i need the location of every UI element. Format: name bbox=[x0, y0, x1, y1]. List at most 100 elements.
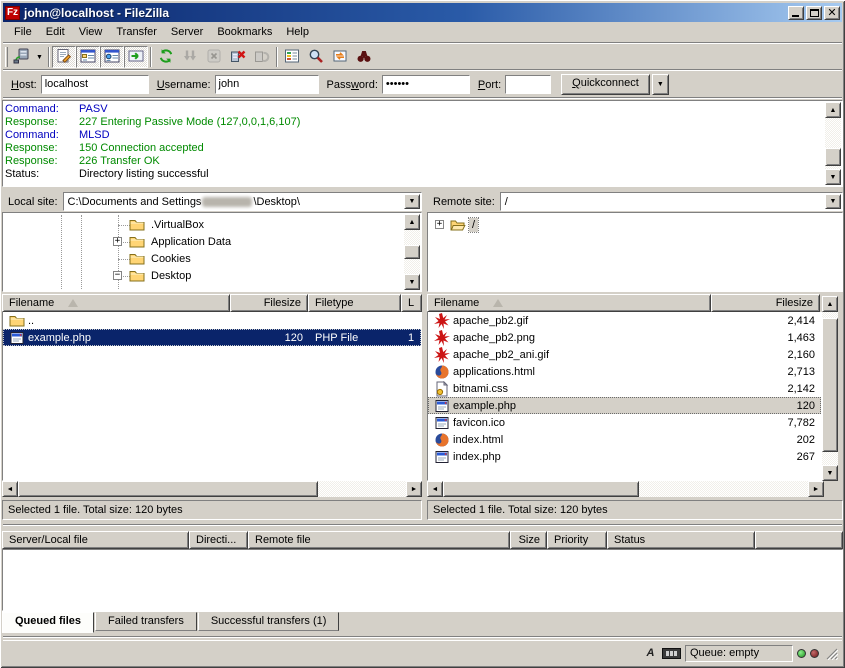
username-input[interactable]: john bbox=[215, 75, 319, 94]
port-input[interactable] bbox=[505, 75, 551, 94]
toggle-local-tree-button[interactable] bbox=[76, 46, 100, 68]
column-header-directi---[interactable]: Directi... bbox=[189, 531, 248, 549]
toggle-message-log-button[interactable] bbox=[52, 46, 76, 68]
tab-successful-transfers--1-[interactable]: Successful transfers (1) bbox=[198, 612, 340, 631]
column-header-size[interactable]: Size bbox=[510, 531, 547, 549]
file-cell: 267 bbox=[712, 448, 821, 465]
menu-bookmarks[interactable]: Bookmarks bbox=[210, 24, 279, 40]
file-row-index-php[interactable]: index.php267 bbox=[428, 448, 821, 465]
file-row-index-html[interactable]: index.html202 bbox=[428, 431, 821, 448]
collapse-toggle[interactable]: − bbox=[113, 271, 122, 280]
synchronized-browsing-button[interactable] bbox=[328, 46, 352, 68]
file-row-favicon-ico[interactable]: favicon.ico7,782 bbox=[428, 414, 821, 431]
column-header-server-local-file[interactable]: Server/Local file bbox=[2, 531, 189, 549]
file-row-apache-pb2-png[interactable]: apache_pb2.png1,463 bbox=[428, 329, 821, 346]
file-row-example-php[interactable]: example.php120PHP File1 bbox=[3, 329, 421, 346]
tree-item--virtualbox[interactable]: .VirtualBox bbox=[129, 216, 207, 233]
log-line-label: Status: bbox=[5, 168, 79, 181]
menu-file[interactable]: File bbox=[7, 24, 39, 40]
reconnect-button[interactable] bbox=[250, 46, 274, 68]
toggle-transfer-queue-button[interactable] bbox=[124, 46, 148, 68]
menu-server[interactable]: Server bbox=[164, 24, 210, 40]
dropdown-arrow-icon[interactable]: ▼ bbox=[825, 194, 841, 209]
toolbar-separator bbox=[48, 47, 50, 67]
column-header-status[interactable]: Status bbox=[607, 531, 755, 549]
menu-transfer[interactable]: Transfer bbox=[109, 24, 164, 40]
scroll-down-button[interactable]: ▼ bbox=[404, 274, 420, 290]
menu-edit[interactable]: Edit bbox=[39, 24, 72, 40]
scroll-down-button[interactable]: ▼ bbox=[825, 169, 841, 185]
toolbar-gripper[interactable] bbox=[5, 47, 8, 67]
close-button[interactable]: ✕ bbox=[824, 6, 840, 20]
column-header-filename[interactable]: Filename bbox=[427, 294, 711, 312]
scroll-up-button[interactable]: ▲ bbox=[822, 296, 838, 312]
title-bar[interactable]: Fz john@localhost - FileZilla ✕ bbox=[3, 3, 842, 22]
scrollbar-thumb[interactable] bbox=[822, 318, 838, 452]
tree-item-application-data[interactable]: Application Data bbox=[129, 233, 234, 250]
tree-item-cookies[interactable]: Cookies bbox=[129, 250, 194, 267]
disconnect-button[interactable] bbox=[226, 46, 250, 68]
scrollbar-thumb[interactable] bbox=[18, 481, 318, 497]
maximize-button[interactable] bbox=[806, 6, 822, 20]
tree-item-desktop[interactable]: Desktop bbox=[129, 267, 194, 284]
column-header-filesize[interactable]: Filesize bbox=[711, 294, 820, 312]
column-header-priority[interactable]: Priority bbox=[547, 531, 607, 549]
file-row-bitnami-css[interactable]: bitnami.css2,142 bbox=[428, 380, 821, 397]
process-queue-button[interactable] bbox=[178, 46, 202, 68]
file-name: bitnami.css bbox=[453, 383, 508, 395]
local-path-combobox[interactable]: C:\Documents and Settings\Desktop\ ▼ bbox=[63, 192, 422, 211]
file-row-example-php[interactable]: example.php120 bbox=[428, 397, 821, 414]
log-line-label: Response: bbox=[5, 116, 79, 129]
scroll-up-button[interactable]: ▲ bbox=[404, 214, 420, 230]
site-manager-button[interactable] bbox=[9, 46, 33, 68]
column-header-filename[interactable]: Filename bbox=[2, 294, 230, 312]
remote-path-combobox[interactable]: / ▼ bbox=[500, 192, 843, 211]
host-input[interactable]: localhost bbox=[41, 75, 149, 94]
column-header-filetype[interactable]: Filetype bbox=[308, 294, 401, 312]
scroll-up-button[interactable]: ▲ bbox=[825, 102, 841, 118]
scroll-left-button[interactable]: ◄ bbox=[427, 481, 443, 497]
directory-filters-button[interactable] bbox=[280, 46, 304, 68]
column-header-remote-file[interactable]: Remote file bbox=[248, 531, 510, 549]
column-header-l[interactable]: L bbox=[401, 294, 422, 312]
menu-view[interactable]: View bbox=[72, 24, 110, 40]
tab-queued-files[interactable]: Queued files bbox=[2, 612, 94, 633]
directory-comparison-button[interactable] bbox=[304, 46, 328, 68]
toggle-remote-tree-button[interactable] bbox=[100, 46, 124, 68]
scroll-right-button[interactable]: ► bbox=[808, 481, 824, 497]
file-cell: .. bbox=[3, 312, 231, 329]
refresh-button[interactable] bbox=[154, 46, 178, 68]
tree-guide-line bbox=[81, 215, 82, 289]
resize-grip[interactable] bbox=[825, 647, 838, 660]
minimize-button[interactable] bbox=[788, 6, 804, 20]
expand-toggle[interactable]: + bbox=[113, 237, 122, 246]
file-row-apache-pb2-ani-gif[interactable]: apache_pb2_ani.gif2,160 bbox=[428, 346, 821, 363]
tab-failed-transfers[interactable]: Failed transfers bbox=[95, 612, 197, 631]
password-input[interactable]: •••••• bbox=[382, 75, 470, 94]
expand-toggle[interactable]: + bbox=[435, 220, 444, 229]
scrollbar-thumb[interactable] bbox=[825, 148, 841, 166]
scroll-right-button[interactable]: ► bbox=[406, 481, 422, 497]
transfer-type-icon[interactable]: A bbox=[643, 646, 658, 661]
scrollbar-thumb[interactable] bbox=[443, 481, 639, 497]
cancel-operation-button[interactable] bbox=[202, 46, 226, 68]
site-manager-dropdown-arrow-icon[interactable]: ▼ bbox=[33, 46, 46, 68]
scrollbar-thumb[interactable] bbox=[404, 245, 420, 259]
firefox-icon bbox=[434, 364, 450, 380]
splitter[interactable] bbox=[3, 524, 842, 526]
quickconnect-dropdown-arrow-icon[interactable]: ▼ bbox=[652, 74, 669, 95]
file-row---[interactable]: .. bbox=[3, 312, 421, 329]
file-cell: PHP File bbox=[309, 329, 402, 346]
quickconnect-button[interactable]: Quickconnect bbox=[561, 74, 650, 95]
column-header-blank[interactable] bbox=[755, 531, 843, 549]
dropdown-arrow-icon[interactable]: ▼ bbox=[404, 194, 420, 209]
file-row-apache-pb2-gif[interactable]: apache_pb2.gif2,414 bbox=[428, 312, 821, 329]
menu-help[interactable]: Help bbox=[279, 24, 316, 40]
column-header-filesize[interactable]: Filesize bbox=[230, 294, 308, 312]
file-row-applications-html[interactable]: applications.html2,713 bbox=[428, 363, 821, 380]
scroll-down-button[interactable]: ▼ bbox=[822, 465, 838, 481]
speed-limit-icon[interactable] bbox=[662, 648, 681, 659]
scroll-left-button[interactable]: ◄ bbox=[2, 481, 18, 497]
tree-item-root[interactable]: / bbox=[450, 216, 478, 233]
find-files-button[interactable] bbox=[352, 46, 376, 68]
